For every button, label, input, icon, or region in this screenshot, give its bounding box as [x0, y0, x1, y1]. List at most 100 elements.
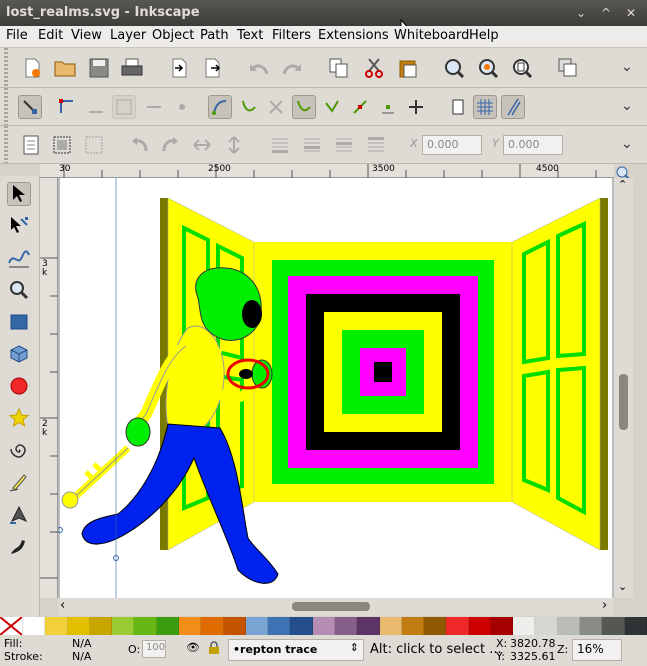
menu-extensions[interactable]: Extensions — [318, 28, 389, 43]
color-swatch[interactable] — [245, 617, 269, 635]
tweak-tool-icon[interactable] — [7, 246, 31, 270]
color-palette[interactable] — [0, 616, 647, 636]
fill-value[interactable]: N/A — [72, 637, 91, 650]
scroll-right-icon[interactable]: › — [602, 598, 607, 613]
stroke-value[interactable]: N/A — [72, 650, 91, 663]
pencil-tool-icon[interactable] — [7, 470, 31, 494]
snap-guides-icon[interactable] — [501, 95, 525, 119]
scroll-up-icon[interactable]: ⌃ — [618, 178, 627, 191]
x-coordinate-input[interactable]: 0.000 — [422, 135, 482, 155]
undo-icon[interactable] — [247, 56, 271, 80]
menu-filters[interactable]: Filters — [272, 28, 311, 43]
zoom-tool-icon[interactable] — [7, 278, 31, 302]
snap-bbox-corners-icon[interactable] — [112, 95, 136, 119]
color-swatch[interactable] — [112, 617, 135, 635]
snap-toggle-icon[interactable] — [18, 95, 42, 119]
raise-to-top-icon[interactable] — [364, 133, 388, 157]
close-button[interactable]: ✕ — [622, 4, 640, 22]
print-icon[interactable] — [120, 56, 144, 80]
lock-icon[interactable] — [208, 641, 220, 658]
menu-text[interactable]: Text — [237, 28, 263, 43]
drawing-canvas[interactable] — [58, 178, 614, 598]
snap-overflow-icon[interactable]: ⌄ — [621, 98, 633, 114]
menu-object[interactable]: Object — [152, 28, 194, 43]
cut-icon[interactable] — [362, 56, 386, 80]
deselect-icon[interactable] — [82, 133, 106, 157]
3d-box-tool-icon[interactable] — [7, 342, 31, 366]
snap-page-border-icon[interactable] — [446, 95, 470, 119]
node-tool-icon[interactable] — [7, 214, 31, 238]
snap-centers-icon[interactable] — [376, 95, 400, 119]
scroll-left-icon[interactable]: ‹ — [60, 598, 65, 613]
color-swatch[interactable] — [468, 617, 491, 635]
opacity-input[interactable]: 100 — [142, 640, 166, 658]
menu-edit[interactable]: Edit — [38, 28, 63, 43]
zoom-drawing-icon[interactable] — [476, 56, 500, 80]
color-swatch[interactable] — [134, 617, 157, 635]
snap-nodes-icon[interactable] — [208, 95, 232, 119]
zoom-page-icon[interactable] — [510, 56, 534, 80]
select-all-layers-icon[interactable] — [50, 133, 74, 157]
color-swatch[interactable] — [45, 617, 68, 635]
menu-whiteboard[interactable]: Whiteboard — [394, 28, 469, 43]
spiral-tool-icon[interactable] — [7, 438, 31, 462]
duplicate-window-icon[interactable] — [556, 56, 580, 80]
color-swatch[interactable] — [513, 617, 536, 635]
maximize-button[interactable]: ^ — [597, 4, 615, 22]
snap-bbox-midpoints-icon[interactable] — [142, 95, 166, 119]
menu-file[interactable]: File — [6, 28, 28, 43]
eye-icon[interactable]: 👁 — [186, 641, 200, 654]
color-swatch[interactable] — [424, 617, 447, 635]
save-icon[interactable] — [87, 56, 111, 80]
color-swatch[interactable] — [290, 617, 313, 635]
vertical-scroll-thumb[interactable] — [619, 374, 628, 430]
horizontal-scrollbar[interactable]: ‹ › — [58, 598, 614, 616]
export-icon[interactable] — [200, 56, 224, 80]
color-swatch[interactable] — [89, 617, 113, 635]
snap-bbox-centers-icon[interactable] — [170, 95, 194, 119]
snap-midpoints-icon[interactable] — [348, 95, 372, 119]
color-swatch[interactable] — [223, 617, 246, 635]
rectangle-tool-icon[interactable] — [7, 310, 31, 334]
snap-rotation-center-icon[interactable] — [404, 95, 428, 119]
color-swatch[interactable] — [178, 617, 202, 635]
star-tool-icon[interactable] — [7, 406, 31, 430]
zoom-input[interactable]: 16% — [572, 639, 622, 661]
color-swatch[interactable] — [23, 617, 46, 635]
paste-icon[interactable] — [396, 56, 420, 80]
ellipse-tool-icon[interactable] — [7, 374, 31, 398]
snap-paths-icon[interactable] — [237, 95, 261, 119]
color-swatch[interactable] — [357, 617, 380, 635]
calligraphy-tool-icon[interactable] — [7, 534, 31, 558]
controls-overflow-icon[interactable]: ⌄ — [621, 136, 633, 152]
color-swatch[interactable] — [557, 617, 581, 635]
color-swatch[interactable] — [312, 617, 335, 635]
color-swatch[interactable] — [401, 617, 425, 635]
no-paint-swatch[interactable] — [0, 616, 23, 636]
rotate-ccw-icon[interactable] — [128, 133, 152, 157]
rotate-cw-icon[interactable] — [158, 133, 182, 157]
horizontal-ruler[interactable]: 30 2500 3500 4500 — [58, 164, 614, 178]
color-swatch[interactable] — [67, 617, 90, 635]
pen-tool-icon[interactable] — [7, 502, 31, 526]
new-document-icon[interactable] — [20, 56, 44, 80]
menu-path[interactable]: Path — [200, 28, 229, 43]
color-swatch[interactable] — [334, 617, 358, 635]
color-swatch[interactable] — [156, 617, 179, 635]
color-swatch[interactable] — [379, 617, 402, 635]
redo-icon[interactable] — [280, 56, 304, 80]
vertical-scrollbar[interactable]: ⌃ ⌄ — [614, 178, 633, 598]
scroll-down-icon[interactable]: ⌄ — [618, 580, 627, 593]
open-folder-icon[interactable] — [53, 56, 77, 80]
menu-help[interactable]: Help — [469, 28, 499, 43]
select-all-icon[interactable] — [19, 133, 43, 157]
snap-bbox-edges-icon[interactable] — [84, 95, 108, 119]
color-swatch[interactable] — [446, 617, 469, 635]
color-swatch[interactable] — [490, 617, 514, 635]
toolbar-overflow-icon[interactable]: ⌄ — [621, 59, 633, 75]
horizontal-scroll-thumb[interactable] — [292, 602, 370, 611]
raise-icon[interactable] — [332, 133, 356, 157]
snap-cusp-nodes-icon[interactable] — [292, 95, 316, 119]
snap-smooth-nodes-icon[interactable] — [320, 95, 344, 119]
y-coordinate-input[interactable]: 0.000 — [503, 135, 563, 155]
